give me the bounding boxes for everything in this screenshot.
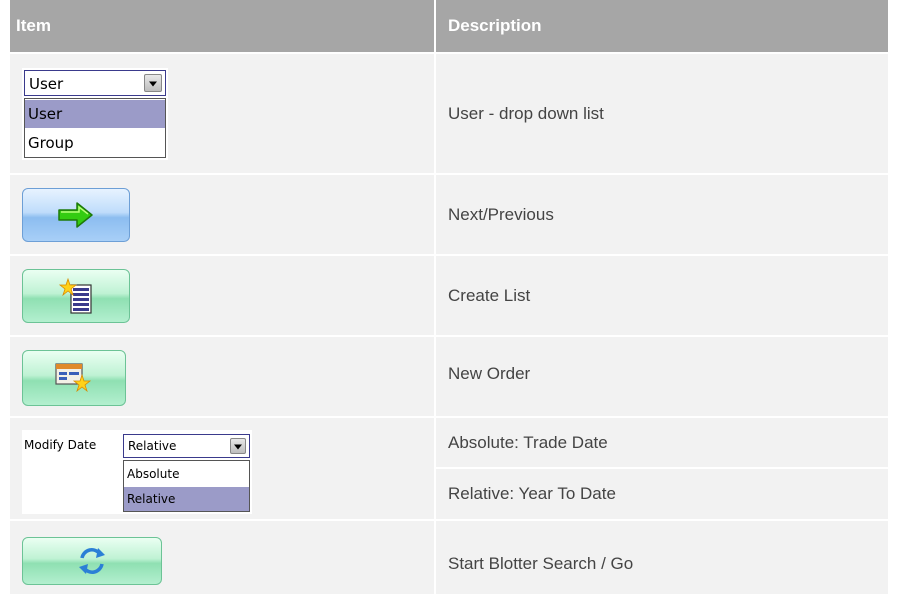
list-item-relative[interactable]: Relative [124, 487, 249, 511]
modify-date-label: Modify Date [24, 438, 97, 452]
description-cell: Next/Previous [436, 175, 888, 254]
new-order-button[interactable] [22, 350, 126, 406]
next-previous-button[interactable] [22, 188, 130, 242]
item-cell [10, 521, 434, 594]
list-item-group[interactable]: Group [25, 129, 165, 157]
table-row: Create List [10, 256, 888, 335]
description-cell: Absolute: Trade Date [436, 418, 888, 467]
create-list-icon [58, 277, 92, 314]
description-cell: User - drop down list [436, 54, 888, 173]
description-text: User - drop down list [448, 104, 604, 123]
list-item-absolute[interactable]: Absolute [124, 462, 249, 486]
table-row: Next/Previous [10, 175, 888, 254]
description-text: Absolute: Trade Date [448, 433, 608, 452]
item-cell [10, 256, 434, 335]
modify-date-dropdown-value: Relative [128, 439, 177, 453]
description-text: Start Blotter Search / Go [448, 554, 634, 573]
refresh-icon [79, 548, 105, 574]
table-row: Modify Date Relative Absolute Relative A… [10, 418, 888, 519]
header-cell-item: Item [10, 0, 434, 52]
user-dropdown-list: User Group [24, 98, 166, 158]
description-text: Relative: Year To Date [448, 484, 616, 503]
user-dropdown-value: User [29, 75, 64, 93]
header-item-label: Item [16, 16, 51, 35]
list-item-user[interactable]: User [25, 100, 165, 128]
description-text: Next/Previous [448, 205, 554, 224]
green-arrow-right-icon [58, 202, 93, 228]
description-cell: Relative: Year To Date [436, 469, 888, 519]
item-cell [10, 337, 434, 416]
description-cell: New Order [436, 337, 888, 416]
modify-date-dropdown[interactable]: Relative [123, 434, 250, 458]
create-list-button[interactable] [22, 269, 130, 323]
description-text: Create List [448, 286, 531, 305]
user-dropdown[interactable]: User [24, 70, 166, 96]
item-cell [10, 175, 434, 254]
chevron-down-icon[interactable] [230, 438, 246, 454]
header-cell-description: Description [436, 0, 888, 52]
start-blotter-search-button[interactable] [22, 537, 162, 585]
new-order-icon [55, 363, 92, 393]
item-cell: User User Group [10, 54, 434, 173]
table-row: Start Blotter Search / Go [10, 521, 888, 594]
table-row: New Order [10, 337, 888, 416]
description-cell: Start Blotter Search / Go [436, 521, 888, 594]
table-header: Item Description [10, 0, 888, 52]
header-description-label: Description [448, 16, 542, 35]
modify-date-dropdown-list: Absolute Relative [123, 460, 250, 512]
item-cell: Modify Date Relative Absolute Relative [10, 418, 434, 519]
description-cell: Create List [436, 256, 888, 335]
table-row: User User Group User - drop down list [10, 54, 888, 173]
description-text: New Order [448, 364, 531, 383]
chevron-down-icon[interactable] [144, 74, 162, 92]
